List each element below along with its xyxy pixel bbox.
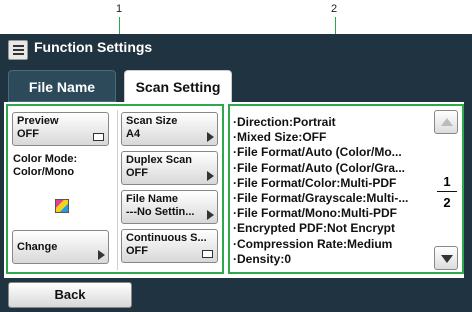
arrow-right-icon	[207, 132, 214, 142]
list-item: ·File Format/Color:Multi-PDF	[233, 175, 397, 190]
title-bar: Function Settings	[0, 34, 472, 64]
arrow-right-icon	[207, 210, 214, 220]
list-item: ·File Format/Auto (Color/Mo...	[233, 145, 402, 160]
continuous-scan-value: OFF	[126, 245, 148, 257]
box-icon	[202, 250, 213, 258]
arrow-up-icon	[441, 118, 453, 126]
list-item: ·File Format/Auto (Color/Gra...	[233, 160, 406, 175]
file-name-value: ---No Settin...	[126, 206, 195, 218]
color-icon	[55, 199, 69, 213]
scan-size-value: A4	[126, 128, 141, 140]
box-icon	[93, 133, 104, 141]
arrow-right-icon	[207, 171, 214, 181]
file-name-label: File Name	[126, 193, 178, 205]
color-mode-value: Color/Mono	[13, 166, 75, 178]
continuous-scan-label: Continuous S...	[126, 232, 207, 244]
tab-scan-setting[interactable]: Scan Setting	[124, 70, 232, 104]
list-item: ·File Format/Mono:Multi-PDF	[233, 206, 397, 221]
preview-value: OFF	[17, 128, 39, 140]
list-icon	[8, 40, 28, 60]
continuous-scan-button[interactable]: Continuous S... OFF	[121, 229, 218, 263]
list-item: ·Density:0	[233, 251, 292, 266]
duplex-scan-button[interactable]: Duplex Scan OFF	[121, 151, 218, 185]
page-divider	[437, 191, 457, 192]
page-title: Function Settings	[34, 39, 153, 55]
scroll-down-button[interactable]	[434, 246, 458, 270]
list-item: ·Encrypted PDF:Not Encrypt	[233, 221, 396, 236]
file-name-button[interactable]: File Name ---No Settin...	[121, 190, 218, 224]
page-current: 1	[443, 174, 451, 189]
duplex-scan-label: Duplex Scan	[126, 154, 193, 166]
callout-number-1: 1	[116, 3, 123, 15]
arrow-right-icon	[98, 250, 105, 260]
duplex-scan-value: OFF	[126, 167, 148, 179]
column-divider	[117, 110, 118, 270]
scroll-up-button[interactable]	[434, 110, 458, 134]
tab-file-name[interactable]: File Name	[8, 70, 116, 102]
list-item: ·Mixed Size:OFF	[233, 130, 327, 145]
page-total: 2	[443, 195, 451, 210]
callout-number-2: 2	[331, 3, 338, 15]
change-label: Change	[17, 241, 58, 253]
list-item: ·Direction:Portrait	[233, 115, 336, 129]
settings-list: ·Direction:Portrait ·Mixed Size:OFF ·Fil…	[233, 115, 429, 267]
back-button[interactable]: Back	[8, 282, 132, 308]
preview-label: Preview	[17, 115, 59, 127]
scan-size-button[interactable]: Scan Size A4	[121, 112, 218, 146]
preview-button[interactable]: Preview OFF	[12, 112, 109, 146]
color-mode-label: Color Mode:	[13, 153, 78, 165]
arrow-down-icon	[441, 255, 453, 263]
change-button[interactable]: Change	[12, 230, 109, 264]
list-item: ·Compression Rate:Medium	[233, 236, 393, 251]
scan-size-label: Scan Size	[126, 115, 178, 127]
list-item: ·File Format/Grayscale:Multi-...	[233, 191, 409, 206]
